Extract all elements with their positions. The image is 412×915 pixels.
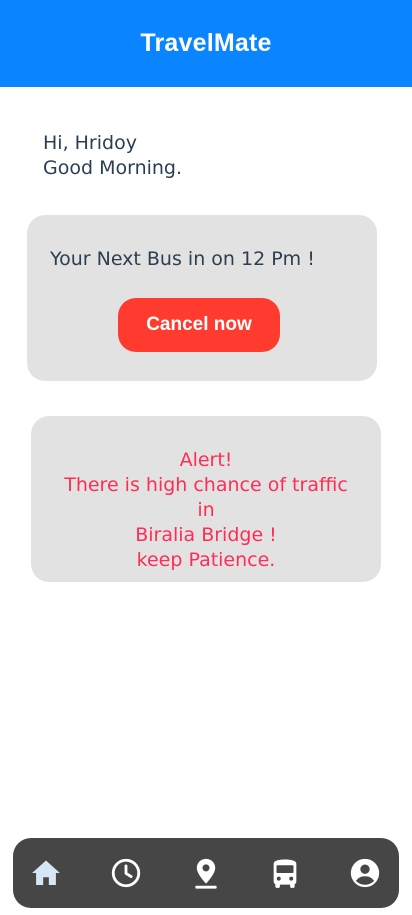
- tab-profile[interactable]: [348, 856, 382, 890]
- location-pin-icon: [194, 858, 217, 889]
- traffic-alert-message: Alert! There is high chance of traffic i…: [31, 448, 381, 573]
- tab-home[interactable]: [29, 856, 63, 890]
- tab-history[interactable]: [109, 856, 143, 890]
- app-screen: TravelMate Hi, Hridoy Good Morning. Your…: [0, 0, 412, 915]
- bus-icon: [273, 859, 297, 888]
- clock-icon: [111, 858, 140, 888]
- alert-line: Alert!: [179, 449, 233, 471]
- app-header: TravelMate: [0, 0, 412, 87]
- next-bus-card: Your Next Bus in on 12 Pm ! Cancel now: [27, 215, 377, 381]
- home-icon: [32, 860, 60, 886]
- alert-line: in: [197, 499, 215, 521]
- tab-bus[interactable]: [268, 856, 302, 890]
- greeting: Hi, Hridoy Good Morning.: [43, 131, 182, 181]
- greeting-salutation: Good Morning.: [43, 157, 183, 179]
- next-bus-message: Your Next Bus in on 12 Pm !: [50, 248, 315, 270]
- app-title: TravelMate: [140, 29, 272, 57]
- cancel-now-button[interactable]: Cancel now: [118, 298, 280, 352]
- traffic-alert-card: Alert! There is high chance of traffic i…: [31, 416, 381, 582]
- account-icon: [350, 858, 380, 888]
- alert-line: keep Patience.: [136, 549, 276, 571]
- alert-line: There is high chance of traffic: [64, 474, 348, 496]
- alert-line: Biralia Bridge !: [135, 524, 277, 546]
- greeting-name: Hi, Hridoy: [43, 132, 137, 154]
- tab-location[interactable]: [189, 856, 223, 890]
- bottom-tab-bar: [13, 838, 399, 908]
